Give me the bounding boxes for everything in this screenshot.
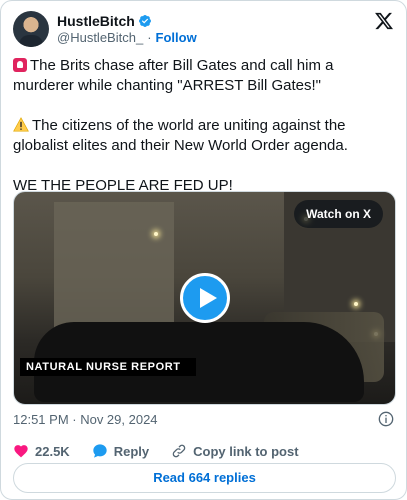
watch-on-x-button[interactable]: Watch on X	[294, 200, 383, 228]
speech-bubble-icon	[93, 444, 107, 458]
tweet-spacer	[13, 156, 396, 176]
video-banner: NATURAL NURSE REPORT	[20, 358, 196, 376]
action-bar: 22.5K Reply Copy link to post	[13, 441, 321, 461]
tweet-text: The Brits chase after Bill Gates and cal…	[13, 56, 396, 196]
tweet-spacer	[13, 96, 396, 116]
tweet-line-1: The Brits chase after Bill Gates and cal…	[13, 57, 334, 94]
x-logo-icon[interactable]	[374, 11, 394, 31]
info-icon[interactable]	[378, 411, 394, 427]
siren-emoji-icon	[13, 58, 27, 72]
video-frame-building	[54, 202, 174, 342]
copy-link-label: Copy link to post	[193, 443, 299, 459]
link-icon	[172, 444, 186, 458]
tweet-card: HustleBitch @HustleBitch_ · Follow The B…	[0, 0, 407, 500]
tweet-paragraph: The Brits chase after Bill Gates and cal…	[13, 56, 396, 96]
tweet-paragraph: The citizens of the world are uniting ag…	[13, 116, 396, 156]
timestamp[interactable]: 12:51 PM · Nov 29, 2024	[13, 412, 158, 427]
follow-button[interactable]: Follow	[156, 30, 197, 45]
reply-label: Reply	[113, 443, 150, 459]
reply-button[interactable]: Reply	[92, 443, 149, 459]
copy-link-button[interactable]: Copy link to post	[171, 443, 299, 459]
display-name[interactable]: HustleBitch	[57, 13, 135, 29]
separator: ·	[147, 30, 152, 45]
video-frame-light	[154, 232, 158, 236]
verified-badge-icon	[138, 15, 151, 27]
tweet-header: HustleBitch @HustleBitch_ · Follow	[13, 11, 394, 47]
read-replies-button[interactable]: Read 664 replies	[13, 463, 396, 493]
avatar[interactable]	[13, 11, 49, 47]
like-button[interactable]: 22.5K	[13, 443, 70, 459]
handle-row: @HustleBitch_ · Follow	[57, 30, 197, 45]
handle[interactable]: @HustleBitch_	[57, 30, 143, 45]
play-icon[interactable]	[180, 273, 230, 323]
video-player[interactable]: NATURAL NURSE REPORT Watch on X	[13, 191, 396, 405]
name-row: HustleBitch	[57, 13, 152, 29]
warning-emoji-icon	[13, 117, 29, 132]
heart-icon	[14, 445, 28, 458]
video-frame-light	[354, 302, 358, 306]
tweet-line-2: The citizens of the world are uniting ag…	[13, 117, 348, 154]
like-count: 22.5K	[35, 443, 70, 459]
